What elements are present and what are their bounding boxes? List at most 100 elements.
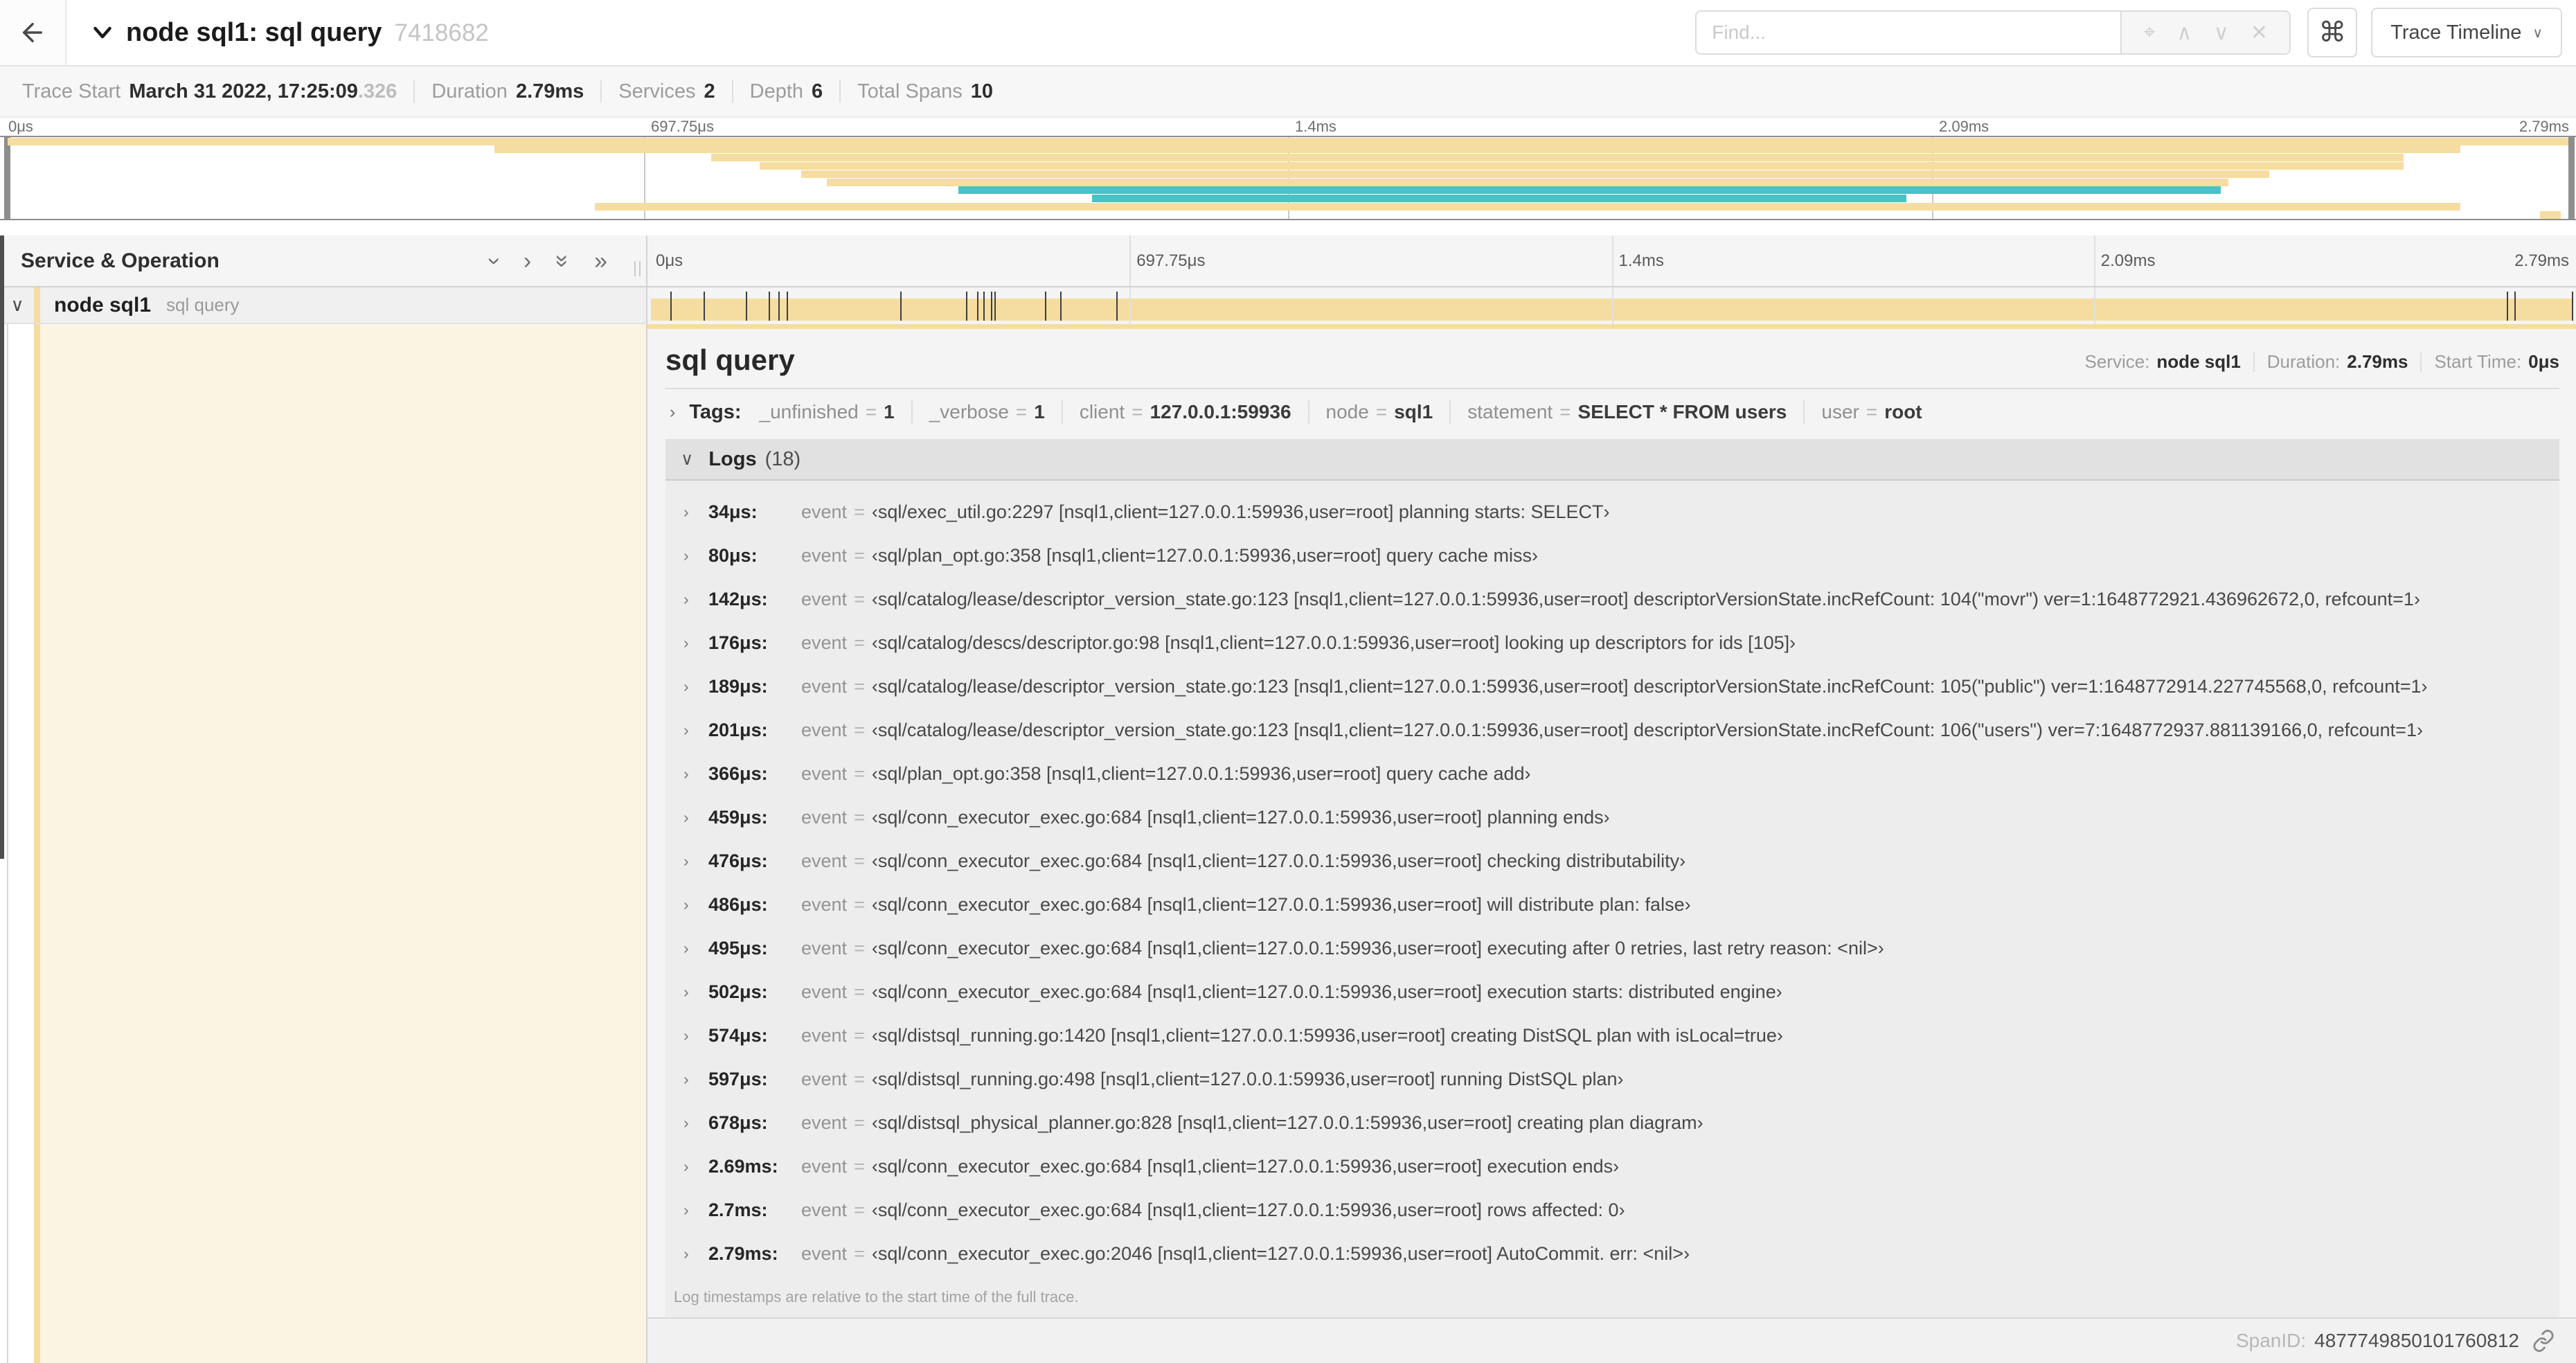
tag-item[interactable]: node = sql1	[1326, 401, 1433, 423]
log-entry[interactable]: › 597μs: event = ‹sql/distsql_running.go:498…	[665, 1058, 2559, 1101]
logs-header[interactable]: ∨ Logs (18)	[665, 439, 2559, 481]
log-entry[interactable]: › 34μs: event = ‹sql/exec_util.go:2297 [nsql…	[665, 490, 2559, 534]
log-timestamp: 486μs:	[708, 894, 768, 915]
meta-label: Trace Start	[22, 80, 121, 103]
find-input[interactable]	[1695, 10, 2121, 55]
log-entry[interactable]: › 476μs: event = ‹sql/conn_executor_exec.go:…	[665, 839, 2559, 883]
minimap-span-bar	[8, 137, 2568, 145]
scrollbar[interactable]	[0, 235, 4, 859]
chevron-right-icon[interactable]: ›	[683, 634, 708, 652]
log-entry[interactable]: › 502μs: event = ‹sql/conn_executor_exec.go:…	[665, 970, 2559, 1014]
chevron-right-icon[interactable]: ›	[683, 503, 708, 522]
log-entry[interactable]: › 2.69ms: event = ‹sql/conn_executor_exec.go…	[665, 1145, 2559, 1188]
view-selector-button[interactable]: Trace Timeline ∨	[2371, 8, 2562, 57]
footer-left-column	[0, 1317, 647, 1363]
separator	[1307, 400, 1309, 424]
log-entry[interactable]: › 459μs: event = ‹sql/conn_executor_exec.go:…	[665, 796, 2559, 839]
log-marker	[965, 292, 967, 321]
keyboard-shortcuts-button[interactable]: ⌘	[2307, 8, 2358, 57]
chevron-right-icon[interactable]: ›	[683, 1114, 708, 1132]
equals-sign: =	[854, 545, 865, 566]
log-field-value: ‹sql/conn_executor_exec.go:684 [nsql1,cl…	[871, 981, 1782, 1002]
log-entry[interactable]: › 2.79ms: event = ‹sql/conn_executor_exec.go…	[665, 1232, 2559, 1276]
log-entry[interactable]: › 201μs: event = ‹sql/catalog/lease/descript…	[665, 709, 2559, 752]
chevron-right-icon[interactable]: ›	[683, 1070, 708, 1089]
chevron-right-icon[interactable]: ›	[683, 677, 708, 696]
time-tick-label: 0μs	[8, 118, 33, 135]
expand-one-level-icon[interactable]: ›	[524, 249, 531, 273]
locate-icon[interactable]: ⌖	[2143, 21, 2155, 44]
tag-item[interactable]: client = 127.0.0.1:59936	[1080, 401, 1291, 423]
next-result-icon[interactable]: ∨	[2214, 21, 2229, 45]
viewport-right-handle[interactable]	[2568, 137, 2575, 219]
log-field-name: event	[801, 632, 848, 653]
log-entry[interactable]: › 176μs: event = ‹sql/catalog/descs/descript…	[665, 621, 2559, 665]
chevron-right-icon[interactable]: ›	[683, 808, 708, 827]
span-row-track[interactable]	[647, 287, 2576, 324]
separator	[413, 80, 415, 103]
chevron-right-icon[interactable]: ›	[683, 852, 708, 871]
span-detail-panel: sql query Service: node sql1 Duration: 2.79…	[647, 324, 2576, 1317]
chevron-down-icon[interactable]: ∨	[0, 294, 35, 316]
chevron-right-icon[interactable]: ›	[683, 983, 708, 1001]
chevron-right-icon[interactable]: ›	[683, 1245, 708, 1263]
log-entry[interactable]: › 495μs: event = ‹sql/conn_executor_exec.go:…	[665, 927, 2559, 970]
minimap-span-bar	[1092, 195, 1906, 203]
log-field-value: ‹sql/distsql_running.go:498 [nsql1,clien…	[871, 1069, 1624, 1089]
chevron-right-icon[interactable]: ›	[670, 402, 675, 422]
expanded-row-tint	[40, 1317, 646, 1363]
column-resize-grip[interactable]	[634, 261, 641, 276]
trace-meta-item: Services 2	[618, 80, 715, 103]
chevron-right-icon[interactable]: ›	[683, 590, 708, 609]
expander-icons: › › » »	[481, 249, 607, 273]
chevron-right-icon[interactable]: ›	[683, 1157, 708, 1176]
tree-guide-line	[7, 324, 8, 1317]
log-marker	[778, 292, 780, 321]
equals-sign: =	[854, 763, 865, 784]
clear-search-icon[interactable]: ✕	[2251, 21, 2268, 45]
log-entry[interactable]: › 2.7ms: event = ‹sql/conn_executor_exec.go:…	[665, 1188, 2559, 1232]
log-entry[interactable]: › 678μs: event = ‹sql/distsql_physical_plann…	[665, 1101, 2559, 1145]
chevron-right-icon[interactable]: ›	[683, 896, 708, 914]
collapse-all-icon[interactable]: »	[550, 254, 576, 267]
tag-item[interactable]: statement = SELECT * FROM users	[1467, 401, 1787, 423]
previous-result-icon[interactable]: ∧	[2177, 21, 2192, 45]
link-icon[interactable]	[2532, 1329, 2555, 1353]
span-row[interactable]: ∨ node sql1 sql query	[0, 287, 2576, 324]
minimap-span-bar	[595, 202, 2460, 211]
time-tick-label: 0μs	[656, 251, 683, 270]
chevron-right-icon[interactable]: ›	[683, 939, 708, 958]
tag-item[interactable]: _verbose = 1	[929, 401, 1045, 423]
chevron-right-icon[interactable]: ›	[683, 546, 708, 565]
collapse-one-level-icon[interactable]: ›	[481, 257, 508, 265]
chevron-down-icon[interactable]	[90, 20, 115, 45]
chevron-right-icon[interactable]: ›	[683, 765, 708, 783]
trace-meta-item: Duration 2.79ms	[431, 80, 584, 103]
log-entry[interactable]: › 142μs: event = ‹sql/catalog/lease/descript…	[665, 578, 2559, 621]
tag-value: SELECT * FROM users	[1577, 401, 1787, 422]
log-entry[interactable]: › 366μs: event = ‹sql/plan_opt.go:358 [nsql1…	[665, 752, 2559, 796]
log-entry[interactable]: › 80μs: event = ‹sql/plan_opt.go:358 [nsql1,…	[665, 534, 2559, 578]
tags-row[interactable]: › Tags: _unfinished = 1 _verbose = 1 client = 12…	[665, 389, 2559, 432]
log-timestamp: 34μs:	[708, 501, 758, 522]
chevron-right-icon[interactable]: ›	[683, 1201, 708, 1220]
log-entry[interactable]: › 574μs: event = ‹sql/distsql_running.go:142…	[665, 1014, 2559, 1058]
log-entry[interactable]: › 486μs: event = ‹sql/conn_executor_exec.go:…	[665, 883, 2559, 927]
span-name-cell[interactable]: ∨ node sql1 sql query	[0, 287, 647, 324]
command-icon: ⌘	[2318, 17, 2347, 48]
tag-key: _verbose	[929, 401, 1009, 422]
tag-item[interactable]: user = root	[1821, 401, 1922, 423]
tag-item[interactable]: _unfinished = 1	[760, 401, 895, 423]
back-button[interactable]	[0, 0, 66, 65]
minimap-canvas[interactable]	[0, 136, 2576, 220]
chevron-right-icon[interactable]: ›	[683, 1026, 708, 1045]
log-marker	[977, 292, 979, 321]
log-field-name: event	[801, 501, 848, 522]
separator	[600, 80, 602, 103]
log-entry[interactable]: › 189μs: event = ‹sql/catalog/lease/descript…	[665, 665, 2559, 709]
expand-all-icon[interactable]: »	[594, 249, 607, 273]
equals-sign: =	[865, 401, 877, 422]
viewport-left-handle[interactable]	[4, 137, 10, 219]
separator	[2420, 352, 2422, 372]
chevron-right-icon[interactable]: ›	[683, 721, 708, 740]
